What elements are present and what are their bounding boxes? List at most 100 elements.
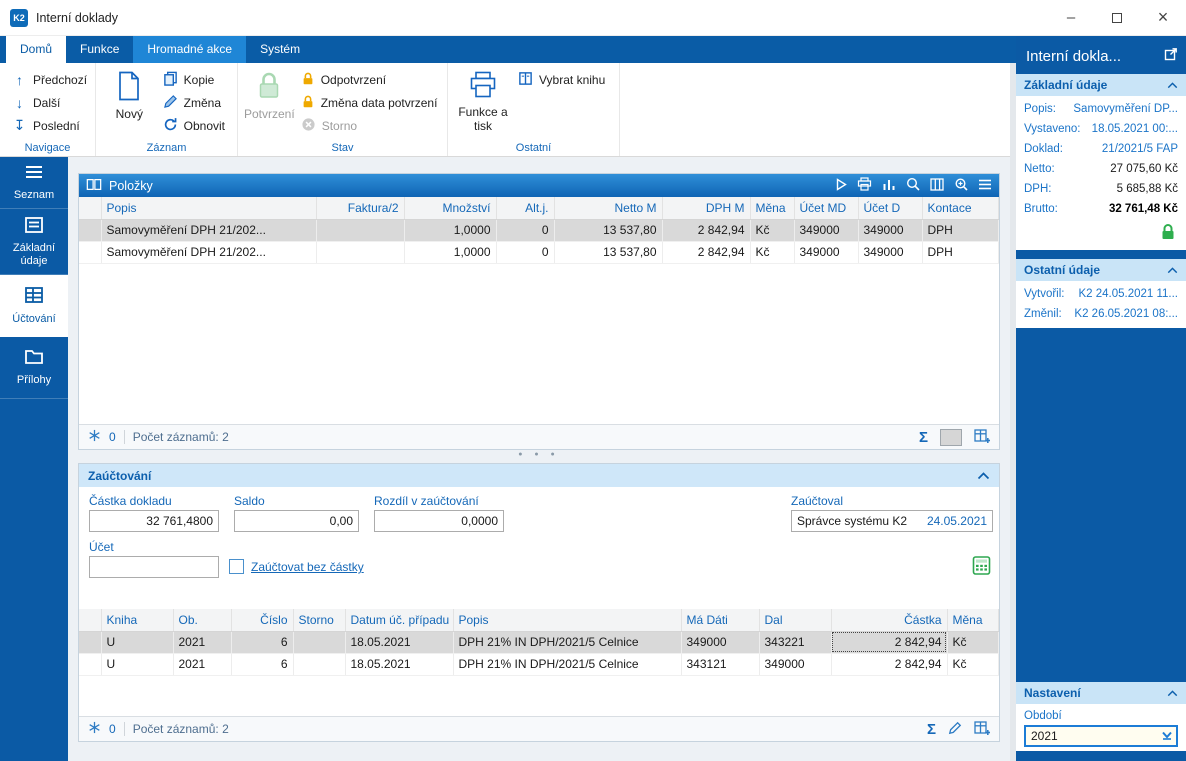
section-header-nastaveni[interactable]: Nastavení xyxy=(1016,682,1186,704)
edit-icon[interactable] xyxy=(948,721,962,738)
col-castka[interactable]: Částka xyxy=(831,609,947,631)
minimize-button[interactable]: – xyxy=(1048,0,1094,35)
splitter-handle[interactable]: ● ● ● xyxy=(479,451,599,458)
change-confirm-date-button[interactable]: Změna data potvrzení xyxy=(295,91,444,114)
tab-hromadne-akce[interactable]: Hromadné akce xyxy=(133,36,246,63)
col-ucet-md[interactable]: Účet MD xyxy=(794,197,858,219)
previous-button[interactable]: ↑ Předchozí xyxy=(6,68,93,91)
col-netto[interactable]: Netto M xyxy=(554,197,662,219)
col-ucet-d[interactable]: Účet D xyxy=(858,197,922,219)
search-web-icon[interactable] xyxy=(906,177,920,194)
zauctoval-field[interactable]: Správce systému K2 24.05.2021 xyxy=(791,510,993,532)
select-book-button[interactable]: Vybrat knihu xyxy=(512,68,611,91)
dropdown-chevron-icon xyxy=(1160,728,1174,745)
print-icon[interactable] xyxy=(857,177,872,194)
edit-button[interactable]: Změna xyxy=(157,91,231,114)
col-cislo[interactable]: Číslo xyxy=(231,609,293,631)
run-icon[interactable] xyxy=(836,178,847,194)
refresh-button[interactable]: Obnovit xyxy=(157,114,231,137)
close-button[interactable]: × xyxy=(1140,0,1186,35)
sidebar-item-prilohy[interactable]: Přílohy xyxy=(0,337,68,399)
col-dal[interactable]: Dal xyxy=(759,609,831,631)
ribbon-tab-strip: Domů Funkce Hromadné akce Systém xyxy=(0,36,1016,63)
unconfirm-button[interactable]: Odpotvrzení xyxy=(295,68,444,91)
new-button[interactable]: Nový xyxy=(102,68,157,134)
title-bar: K2 Interní doklady – × xyxy=(0,0,1186,36)
bez-castky-checkbox[interactable] xyxy=(229,559,244,574)
folder-icon xyxy=(24,348,44,369)
sidebar-item-uctovani[interactable]: Účtování xyxy=(0,275,68,337)
ucet-field[interactable] xyxy=(89,556,219,578)
table-row[interactable]: Samovyměření DPH 21/202... 1,0000 0 13 5… xyxy=(79,219,999,241)
open-in-window-icon[interactable] xyxy=(1164,47,1178,65)
sum-icon[interactable]: Σ xyxy=(927,722,936,737)
col-kontace[interactable]: Kontace xyxy=(922,197,999,219)
tab-domu[interactable]: Domů xyxy=(6,36,66,63)
tab-system[interactable]: Systém xyxy=(246,36,314,63)
arrow-up-icon: ↑ xyxy=(12,72,27,88)
zoom-settings-icon[interactable] xyxy=(954,177,968,194)
table-row[interactable]: U 2021 6 18.05.2021 DPH 21% IN DPH/2021/… xyxy=(79,631,999,653)
col-storno[interactable]: Storno xyxy=(293,609,345,631)
zauctovani-form: Částka dokladu 32 761,4800 Saldo 0,00 Ro… xyxy=(79,487,999,609)
group-label-stav: Stav xyxy=(238,142,447,154)
ribbon: ↑ Předchozí ↓ Další ↧ Poslední Navigace xyxy=(0,63,1010,157)
functions-print-button[interactable]: Funkce a tisk xyxy=(454,68,512,134)
last-button[interactable]: ↧ Poslední xyxy=(6,114,93,137)
next-button[interactable]: ↓ Další xyxy=(6,91,93,114)
col-datum[interactable]: Datum úč. případu xyxy=(345,609,453,631)
storno-button[interactable]: Storno xyxy=(295,114,444,137)
copy-icon xyxy=(163,71,178,89)
castka-dokladu-field[interactable]: 32 761,4800 xyxy=(89,510,219,532)
table-row[interactable]: U 2021 6 18.05.2021 DPH 21% IN DPH/2021/… xyxy=(79,653,999,675)
confirm-button[interactable]: Potvrzení xyxy=(244,68,295,134)
table-add-icon[interactable] xyxy=(974,429,990,446)
info-row: DPH:5 685,88 Kč xyxy=(1024,179,1178,199)
col-ma-dati[interactable]: Má Dáti xyxy=(681,609,759,631)
snowflake-icon[interactable] xyxy=(88,429,101,445)
section-header-zakladni[interactable]: Základní údaje xyxy=(1016,74,1186,96)
col-faktura[interactable]: Faktura/2 xyxy=(316,197,404,219)
zauctovani-header: Zaúčtování xyxy=(79,464,999,487)
calculator-icon[interactable] xyxy=(972,556,991,578)
sum-icon[interactable]: Σ xyxy=(919,430,928,445)
col-popis[interactable]: Popis xyxy=(453,609,681,631)
sidebar-item-seznam[interactable]: Seznam xyxy=(0,157,68,209)
table-add-icon[interactable] xyxy=(974,721,990,738)
zauctoval-date: 24.05.2021 xyxy=(927,514,987,528)
window-title: Interní doklady xyxy=(36,0,118,36)
col-ob[interactable]: Ob. xyxy=(173,609,231,631)
tab-funkce[interactable]: Funkce xyxy=(66,36,133,63)
polozky-table-area: Popis Faktura/2 Množství Alt.j. Netto M … xyxy=(79,197,999,424)
zauctovani-table: Kniha Ob. Číslo Storno Datum úč. případu… xyxy=(79,609,999,676)
obdobi-select[interactable]: 2021 xyxy=(1024,725,1178,747)
col-mena[interactable]: Měna xyxy=(750,197,794,219)
columns-icon[interactable] xyxy=(930,178,944,194)
chart-icon[interactable] xyxy=(882,178,896,194)
group-label-navigace: Navigace xyxy=(0,142,95,154)
col-altj[interactable]: Alt.j. xyxy=(496,197,554,219)
ribbon-group-navigace: ↑ Předchozí ↓ Další ↧ Poslední Navigace xyxy=(0,63,96,156)
saldo-field[interactable]: 0,00 xyxy=(234,510,359,532)
row-marker-header xyxy=(79,197,101,219)
section-header-ostatni[interactable]: Ostatní údaje xyxy=(1016,259,1186,281)
col-mena[interactable]: Měna xyxy=(947,609,999,631)
snowflake-icon[interactable] xyxy=(88,721,101,737)
zauctovani-table-area: Kniha Ob. Číslo Storno Datum úč. případu… xyxy=(79,609,999,716)
toggle-button[interactable] xyxy=(940,429,962,446)
menu-icon[interactable] xyxy=(978,179,992,193)
rozdil-field[interactable]: 0,0000 xyxy=(374,510,504,532)
frozen-count: 0 xyxy=(109,430,116,444)
maximize-button[interactable] xyxy=(1094,0,1140,35)
sidebar-item-zakladni-udaje[interactable]: Základní údaje xyxy=(0,209,68,275)
col-mnozstvi[interactable]: Množství xyxy=(404,197,496,219)
col-popis[interactable]: Popis xyxy=(101,197,316,219)
col-kniha[interactable]: Kniha xyxy=(101,609,173,631)
collapse-chevron-icon[interactable] xyxy=(977,469,990,483)
focused-cell: 2 842,94 xyxy=(831,631,947,653)
col-dph[interactable]: DPH M xyxy=(662,197,750,219)
bez-castky-label[interactable]: Zaúčtovat bez částky xyxy=(251,560,364,574)
table-row[interactable]: Samovyměření DPH 21/202... 1,0000 0 13 5… xyxy=(79,241,999,263)
nastaveni-section: Nastavení Období 2021 xyxy=(1016,682,1186,751)
copy-button[interactable]: Kopie xyxy=(157,68,231,91)
